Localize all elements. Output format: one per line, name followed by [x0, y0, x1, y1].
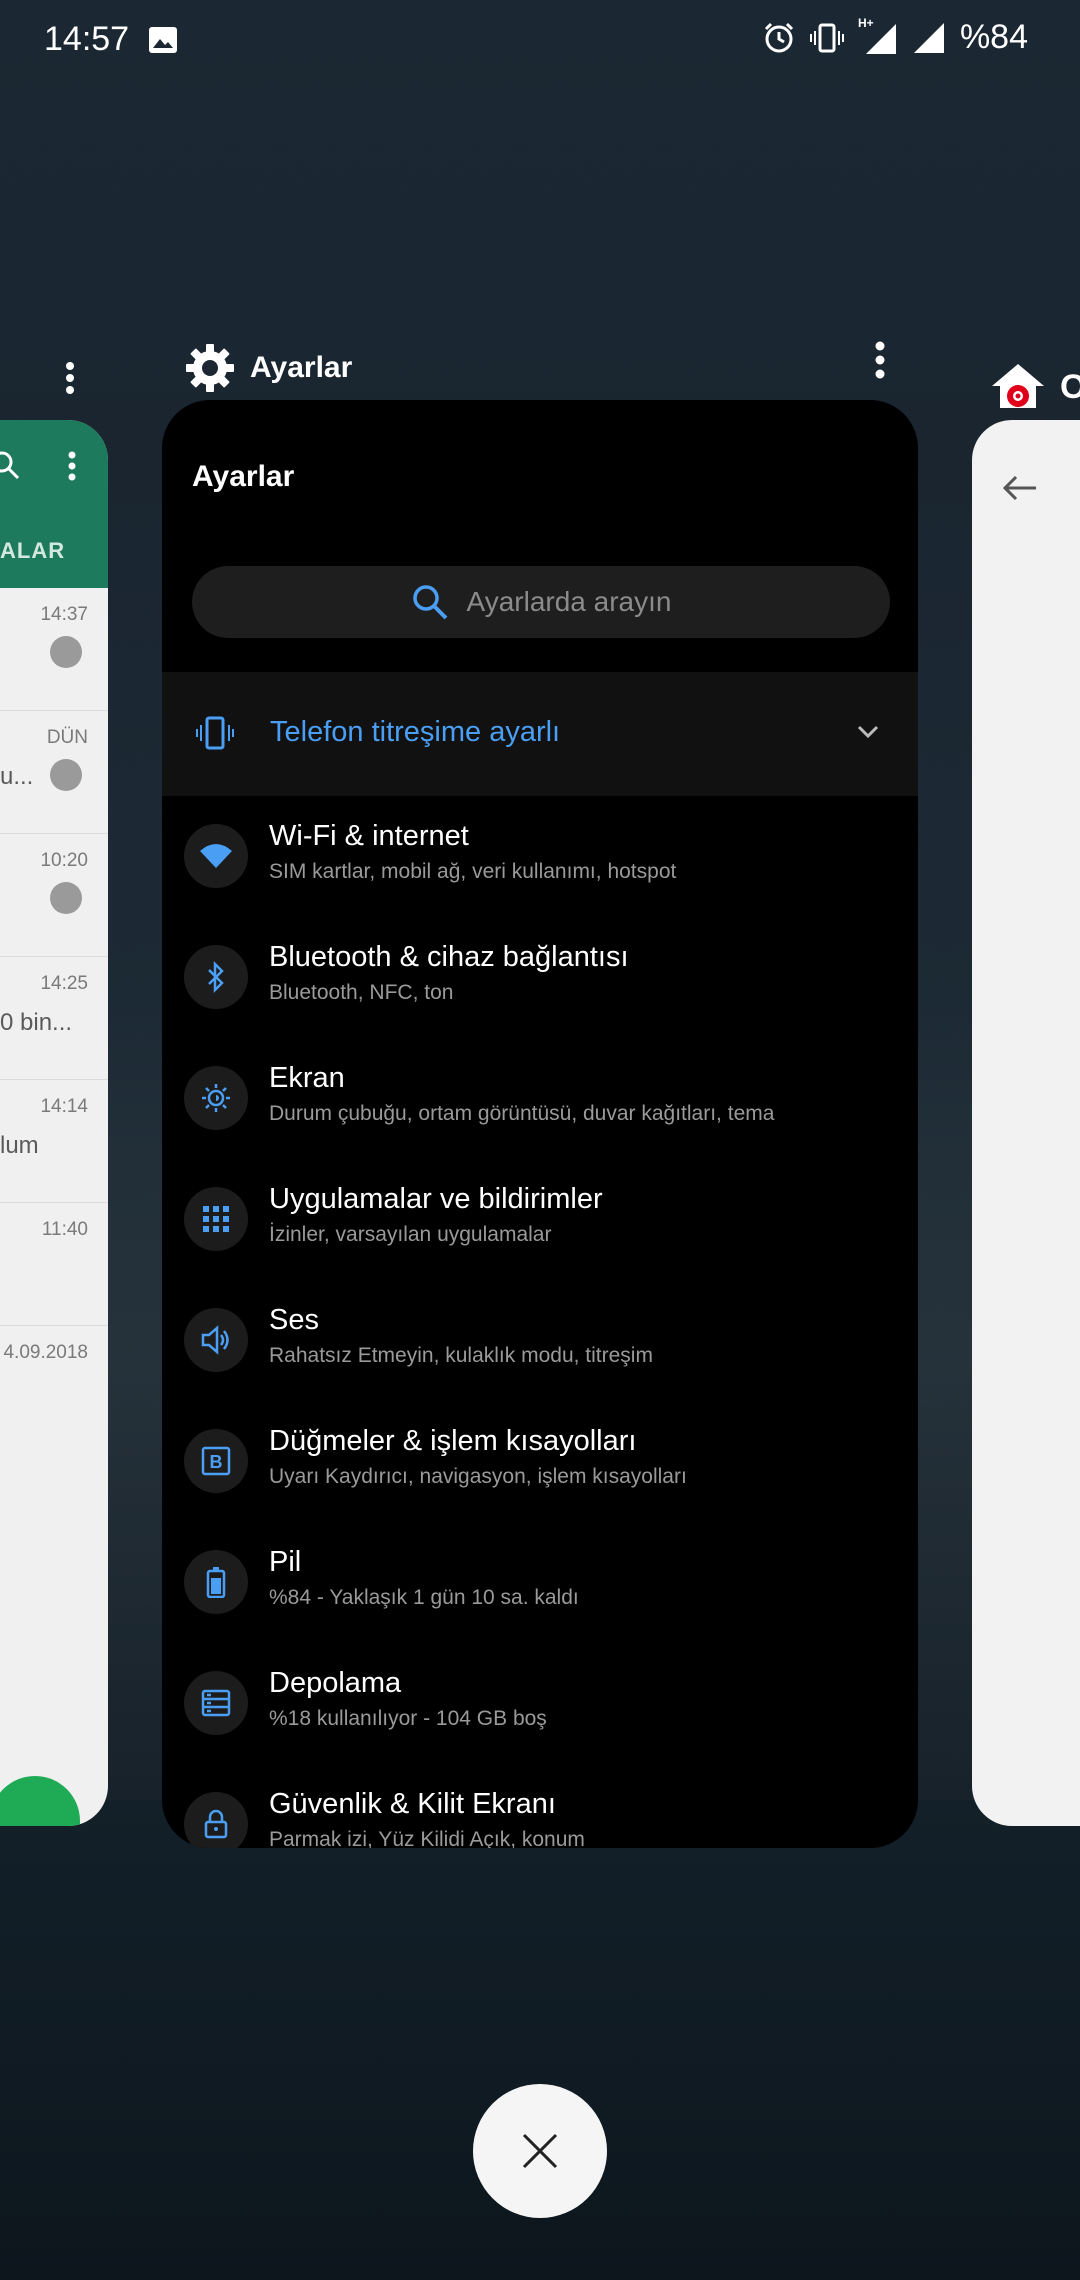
item-subtitle: Parmak izi, Yüz Kilidi Açık, konum: [269, 1828, 585, 1848]
list-item[interactable]: 14:25 0 bin...: [0, 957, 108, 1080]
volume-icon: [184, 1308, 248, 1372]
pin-icon: [50, 882, 82, 914]
item-time: 14:25: [40, 973, 88, 994]
item-title: Ekran: [269, 1062, 345, 1094]
home-app-icon: [992, 364, 1044, 408]
mobile-signal: H+: [858, 16, 898, 56]
settings-item-storage[interactable]: Depolama %18 kullanılıyor - 104 GB boş: [162, 1643, 918, 1764]
buttons-icon: B: [184, 1429, 248, 1493]
item-title: Uygulamalar ve bildirimler: [269, 1183, 603, 1215]
list-item[interactable]: 14:37: [0, 588, 108, 711]
svg-text:B: B: [210, 1452, 223, 1472]
suggestion-label: Telefon titreşime ayarlı: [270, 716, 561, 748]
item-subtitle: Uyarı Kaydırıcı, navigasyon, işlem kısay…: [269, 1465, 687, 1488]
more-icon[interactable]: [66, 450, 78, 484]
clear-all-button[interactable]: [473, 2084, 607, 2218]
item-snippet: u...: [0, 763, 34, 790]
item-subtitle: Durum çubuğu, ortam görüntüsü, duvar kağ…: [269, 1102, 775, 1125]
settings-card[interactable]: Ayarlar Ayarlarda arayın Telefon titreşi…: [162, 400, 918, 1848]
item-subtitle: Rahatsız Etmeyin, kulaklık modu, titreşi…: [269, 1344, 653, 1367]
left-card-toolbar: ALAR: [0, 420, 108, 588]
settings-item-apps[interactable]: Uygulamalar ve bildirimler İzinler, vars…: [162, 1159, 918, 1280]
search-placeholder: Ayarlarda arayın: [466, 586, 672, 617]
search-input[interactable]: Ayarlarda arayın: [192, 566, 890, 638]
item-subtitle: %18 kullanılıyor - 104 GB boş: [269, 1707, 547, 1730]
left-card-tab[interactable]: ALAR: [0, 538, 65, 564]
status-time: 14:57: [44, 20, 130, 58]
settings-item-buttons[interactable]: B Düğmeler & işlem kısayolları Uyarı Kay…: [162, 1401, 918, 1522]
vibrate-icon: [809, 23, 844, 52]
brightness-icon: [184, 1066, 248, 1130]
app-card-more-icon[interactable]: [870, 340, 890, 380]
bluetooth-icon: [184, 945, 248, 1009]
item-time: DÜN: [46, 727, 88, 748]
list-item[interactable]: 4.09.2018: [0, 1326, 108, 1448]
item-time: 14:14: [40, 1096, 88, 1117]
back-arrow-icon[interactable]: [1002, 474, 1038, 502]
lock-icon: [184, 1792, 248, 1848]
app-label: Ayarlar: [184, 340, 352, 396]
item-time: 11:40: [41, 1219, 88, 1240]
signal-icon: [865, 23, 896, 54]
battery-icon: [184, 1550, 248, 1614]
list-item[interactable]: 11:40: [0, 1203, 108, 1326]
item-subtitle: %84 - Yaklaşık 1 gün 10 sa. kaldı: [269, 1586, 579, 1609]
close-icon: [522, 2133, 558, 2169]
chevron-down-icon[interactable]: [856, 724, 880, 740]
item-title: Düğmeler & işlem kısayolları: [269, 1425, 637, 1457]
pin-icon: [50, 759, 82, 791]
item-title: Ses: [269, 1304, 319, 1336]
item-subtitle: Bluetooth, NFC, ton: [269, 981, 454, 1004]
item-title: Wi-Fi & internet: [269, 820, 469, 852]
item-snippet: 0 bin...: [0, 1009, 73, 1036]
search-icon[interactable]: [0, 450, 22, 484]
settings-item-bluetooth[interactable]: Bluetooth & cihaz bağlantısı Bluetooth, …: [162, 917, 918, 1038]
signal-icon-2: [913, 22, 944, 53]
item-title: Depolama: [269, 1667, 402, 1699]
recent-app-card-right[interactable]: [972, 420, 1080, 1826]
item-snippet: lum: [0, 1132, 39, 1159]
list-item[interactable]: 10:20: [0, 834, 108, 957]
item-subtitle: İzinler, varsayılan uygulamalar: [269, 1223, 552, 1246]
left-card-more-icon[interactable]: [62, 358, 78, 398]
item-time: 14:37: [40, 604, 88, 625]
settings-item-battery[interactable]: Pil %84 - Yaklaşık 1 gün 10 sa. kaldı: [162, 1522, 918, 1643]
fab-button[interactable]: [0, 1776, 80, 1826]
settings-item-sound[interactable]: Ses Rahatsız Etmeyin, kulaklık modu, tit…: [162, 1280, 918, 1401]
item-subtitle: SIM kartlar, mobil ağ, veri kullanımı, h…: [269, 860, 677, 883]
vibrate-icon: [196, 716, 234, 750]
list-item[interactable]: DÜN u...: [0, 711, 108, 834]
settings-item-wifi[interactable]: Wi-Fi & internet SIM kartlar, mobil ağ, …: [162, 796, 918, 917]
wifi-icon: [184, 824, 248, 888]
settings-item-security[interactable]: Güvenlik & Kilit Ekranı Parmak izi, Yüz …: [162, 1764, 918, 1848]
gear-icon: [186, 344, 234, 392]
item-time: 10:20: [40, 850, 88, 871]
vibration-suggestion[interactable]: Telefon titreşime ayarlı: [162, 672, 918, 796]
page-title: Ayarlar: [192, 460, 295, 493]
app-name: Ayarlar: [250, 351, 353, 384]
right-app-name: O: [1060, 368, 1080, 406]
settings-item-display[interactable]: Ekran Durum çubuğu, ortam görüntüsü, duv…: [162, 1038, 918, 1159]
status-bar: 14:57 H+ %84: [0, 0, 1080, 80]
item-title: Pil: [269, 1546, 302, 1578]
item-time: 4.09.2018: [3, 1342, 88, 1363]
recent-app-card-left[interactable]: ALAR 14:37 DÜN u... 10:20 14:25 0 bin...…: [0, 420, 108, 1826]
pin-icon: [50, 636, 82, 668]
item-title: Bluetooth & cihaz bağlantısı: [269, 941, 629, 973]
status-icons: H+ %84: [762, 16, 1028, 57]
image-notification-icon: [149, 27, 177, 53]
list-item[interactable]: 14:14 lum: [0, 1080, 108, 1203]
battery-percentage: %84: [959, 18, 1028, 56]
apps-grid-icon: [184, 1187, 248, 1251]
search-icon: [412, 585, 447, 620]
item-title: Güvenlik & Kilit Ekranı: [269, 1788, 556, 1820]
alarm-icon: [764, 22, 793, 52]
storage-icon: [184, 1671, 248, 1735]
